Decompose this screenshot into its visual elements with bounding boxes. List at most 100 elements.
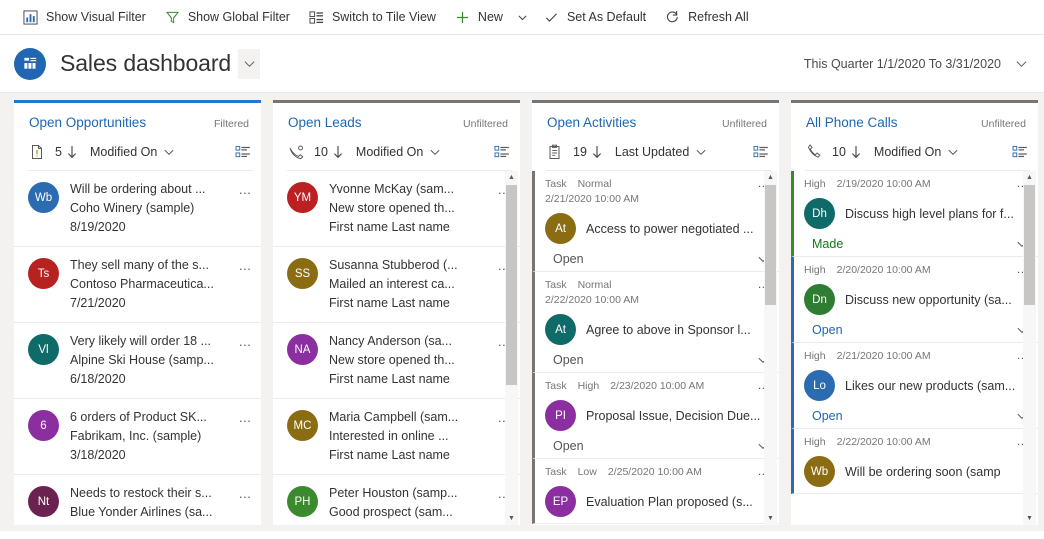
activity-card[interactable]: TaskLow2/25/2020 10:00 AM…EPEvaluation P… [532,459,779,524]
scroll-up-arrow[interactable]: ▲ [1023,171,1036,184]
list-item-primary: Yvonne McKay (sam... [329,182,455,196]
list-item[interactable]: PH Peter Houston (samp... Good prospect (s… [273,475,520,525]
new-button[interactable]: New [445,0,512,35]
show-global-filter-button[interactable]: Show Global Filter [155,0,299,35]
list-item-secondary: New store opened th... [329,353,455,367]
activity-date: 2/21/2020 10:00 AM [836,350,931,362]
activity-card[interactable]: TaskNormal…2/21/2020 10:00 AMAtAccess to… [532,171,779,272]
list-view-icon[interactable] [1012,145,1028,159]
list-item[interactable]: Wb Will be ordering about ... Coho Winery … [14,171,261,247]
sort-direction-icon[interactable] [850,145,862,159]
panel-title[interactable]: All Phone Calls [806,115,898,130]
list-item-more-options[interactable]: … [238,332,253,389]
list-item-text: Yvonne McKay (sam... New store opened th.… [329,180,497,237]
scroll-down-arrow[interactable]: ▼ [1023,512,1036,525]
panel-list: YM Yvonne McKay (sam... New store opened t… [273,171,520,525]
activity-card[interactable]: High2/21/2020 10:00 AM…LoLikes our new p… [791,343,1038,429]
panel-list: Wb Will be ordering about ... Coho Winery … [14,171,261,525]
list-item[interactable]: Nt Needs to restock their s... Blue Yonder… [14,475,261,525]
activity-date: 2/25/2020 10:00 AM [607,466,702,478]
scroll-down-arrow[interactable]: ▼ [764,512,777,525]
list-item[interactable]: SS Susanna Stubberod (... Mailed an intere… [273,247,520,323]
activity-icon [546,143,564,161]
list-item-secondary: Blue Yonder Airlines (sa... [70,505,213,519]
dashboard-selector-chevron[interactable] [238,48,261,79]
avatar: Nt [28,486,59,517]
activity-priority: Normal [577,178,612,190]
activity-subject: Discuss new opportunity (sa... [845,292,1012,307]
activity-card-main: EP Evaluation Plan proposed (s... [545,485,771,518]
list-item-text: Nancy Anderson (sa... New store opened th… [329,332,497,389]
list-view-icon[interactable] [753,145,769,159]
list-item[interactable]: MC Maria Campbell (sam... Interested in on… [273,399,520,475]
set-as-default-button[interactable]: Set As Default [534,0,655,35]
scroll-up-arrow[interactable]: ▲ [764,171,777,184]
activity-status: Open [812,323,843,337]
list-item-more-options[interactable]: … [238,484,253,525]
scroll-down-arrow[interactable]: ▼ [505,512,518,525]
refresh-all-button[interactable]: Refresh All [655,0,757,35]
phone-icon [805,143,823,161]
panel-filter-state: Unfiltered [981,118,1026,130]
list-view-icon[interactable] [494,145,510,159]
list-item-secondary: Coho Winery (sample) [70,201,195,215]
activity-card[interactable]: High2/22/2020 10:00 AM…WbWill be orderin… [791,429,1038,494]
scroll-up-arrow[interactable]: ▲ [505,171,518,184]
panel-sort-selector[interactable]: Modified On [90,145,175,159]
list-item[interactable]: YM Yvonne McKay (sam... New store opened t… [273,171,520,247]
dashboard-icon [14,47,46,80]
scrollbar[interactable]: ▲ ▼ [505,171,518,525]
activity-type: Task [545,279,567,291]
scrollbar[interactable]: ▲ ▼ [764,171,777,525]
scrollbar-thumb[interactable] [506,185,517,385]
panel-title[interactable]: Open Opportunities [29,115,146,130]
list-item-more-options[interactable]: … [238,180,253,237]
command-bar: Show Visual Filter Show Global Filter Sw… [0,0,1044,35]
activity-card[interactable]: High2/19/2020 10:00 AM…DhDiscuss high le… [791,171,1038,257]
activity-card[interactable]: TaskNormal…2/22/2020 10:00 AMAtAgree to … [532,272,779,373]
list-item-tertiary: 3/18/2020 [70,448,126,462]
avatar: Ts [28,258,59,289]
activity-priority: High [804,436,826,448]
lead-icon [287,143,305,161]
avatar: EP [545,486,576,517]
sort-direction-icon[interactable] [66,145,78,159]
sort-direction-icon[interactable] [332,145,344,159]
list-item-more-options[interactable]: … [238,408,253,465]
avatar: 6 [28,410,59,441]
show-visual-filter-button[interactable]: Show Visual Filter [13,0,155,35]
sort-direction-icon[interactable] [591,145,603,159]
scrollbar[interactable]: ▲ ▼ [1023,171,1036,525]
switch-to-tile-view-button[interactable]: Switch to Tile View [299,0,445,35]
activity-card-footer: Open [545,353,771,367]
activity-card[interactable]: TaskHigh2/23/2020 10:00 AM…PIProposal Is… [532,373,779,459]
chevron-down-icon [1015,57,1028,70]
list-item[interactable]: Vl Very likely will order 18 ... Alpine Sk… [14,323,261,399]
list-item-secondary: Good prospect (sam... [329,505,453,519]
list-item-text: Will be ordering about ... Coho Winery (s… [70,180,238,237]
panel-sort-selector[interactable]: Modified On [356,145,441,159]
avatar: YM [287,182,318,213]
time-period-selector[interactable]: This Quarter 1/1/2020 To 3/31/2020 [804,57,1028,71]
dashboard-panel: Open Leads Unfiltered 10 Modified On YM Yvonn… [273,100,520,525]
avatar-initials: At [555,222,566,235]
panel-title[interactable]: Open Activities [547,115,636,130]
avatar-initials: Wb [810,465,829,478]
scrollbar-thumb[interactable] [765,185,776,305]
list-item[interactable]: Ts They sell many of the s... Contoso Phar… [14,247,261,323]
avatar-initials: 6 [40,419,47,432]
panel-sort-selector[interactable]: Modified On [874,145,959,159]
panel-header: Open Leads Unfiltered [273,103,520,130]
panel-sort-selector[interactable]: Last Updated [615,145,707,159]
activity-card[interactable]: High2/20/2020 10:00 AM…DnDiscuss new opp… [791,257,1038,343]
list-view-icon[interactable] [235,145,251,159]
list-item[interactable]: NA Nancy Anderson (sa... New store opened … [273,323,520,399]
activity-priority: High [804,264,826,276]
list-item[interactable]: 6 6 orders of Product SK... Fabrikam, Inc.… [14,399,261,475]
activity-card-main: PI Proposal Issue, Decision Due... [545,399,771,432]
list-item-more-options[interactable]: … [238,256,253,313]
new-dropdown-chevron[interactable] [512,0,534,35]
scrollbar-thumb[interactable] [1024,185,1035,305]
panel-title[interactable]: Open Leads [288,115,362,130]
activity-date: 2/22/2020 10:00 AM [836,436,931,448]
